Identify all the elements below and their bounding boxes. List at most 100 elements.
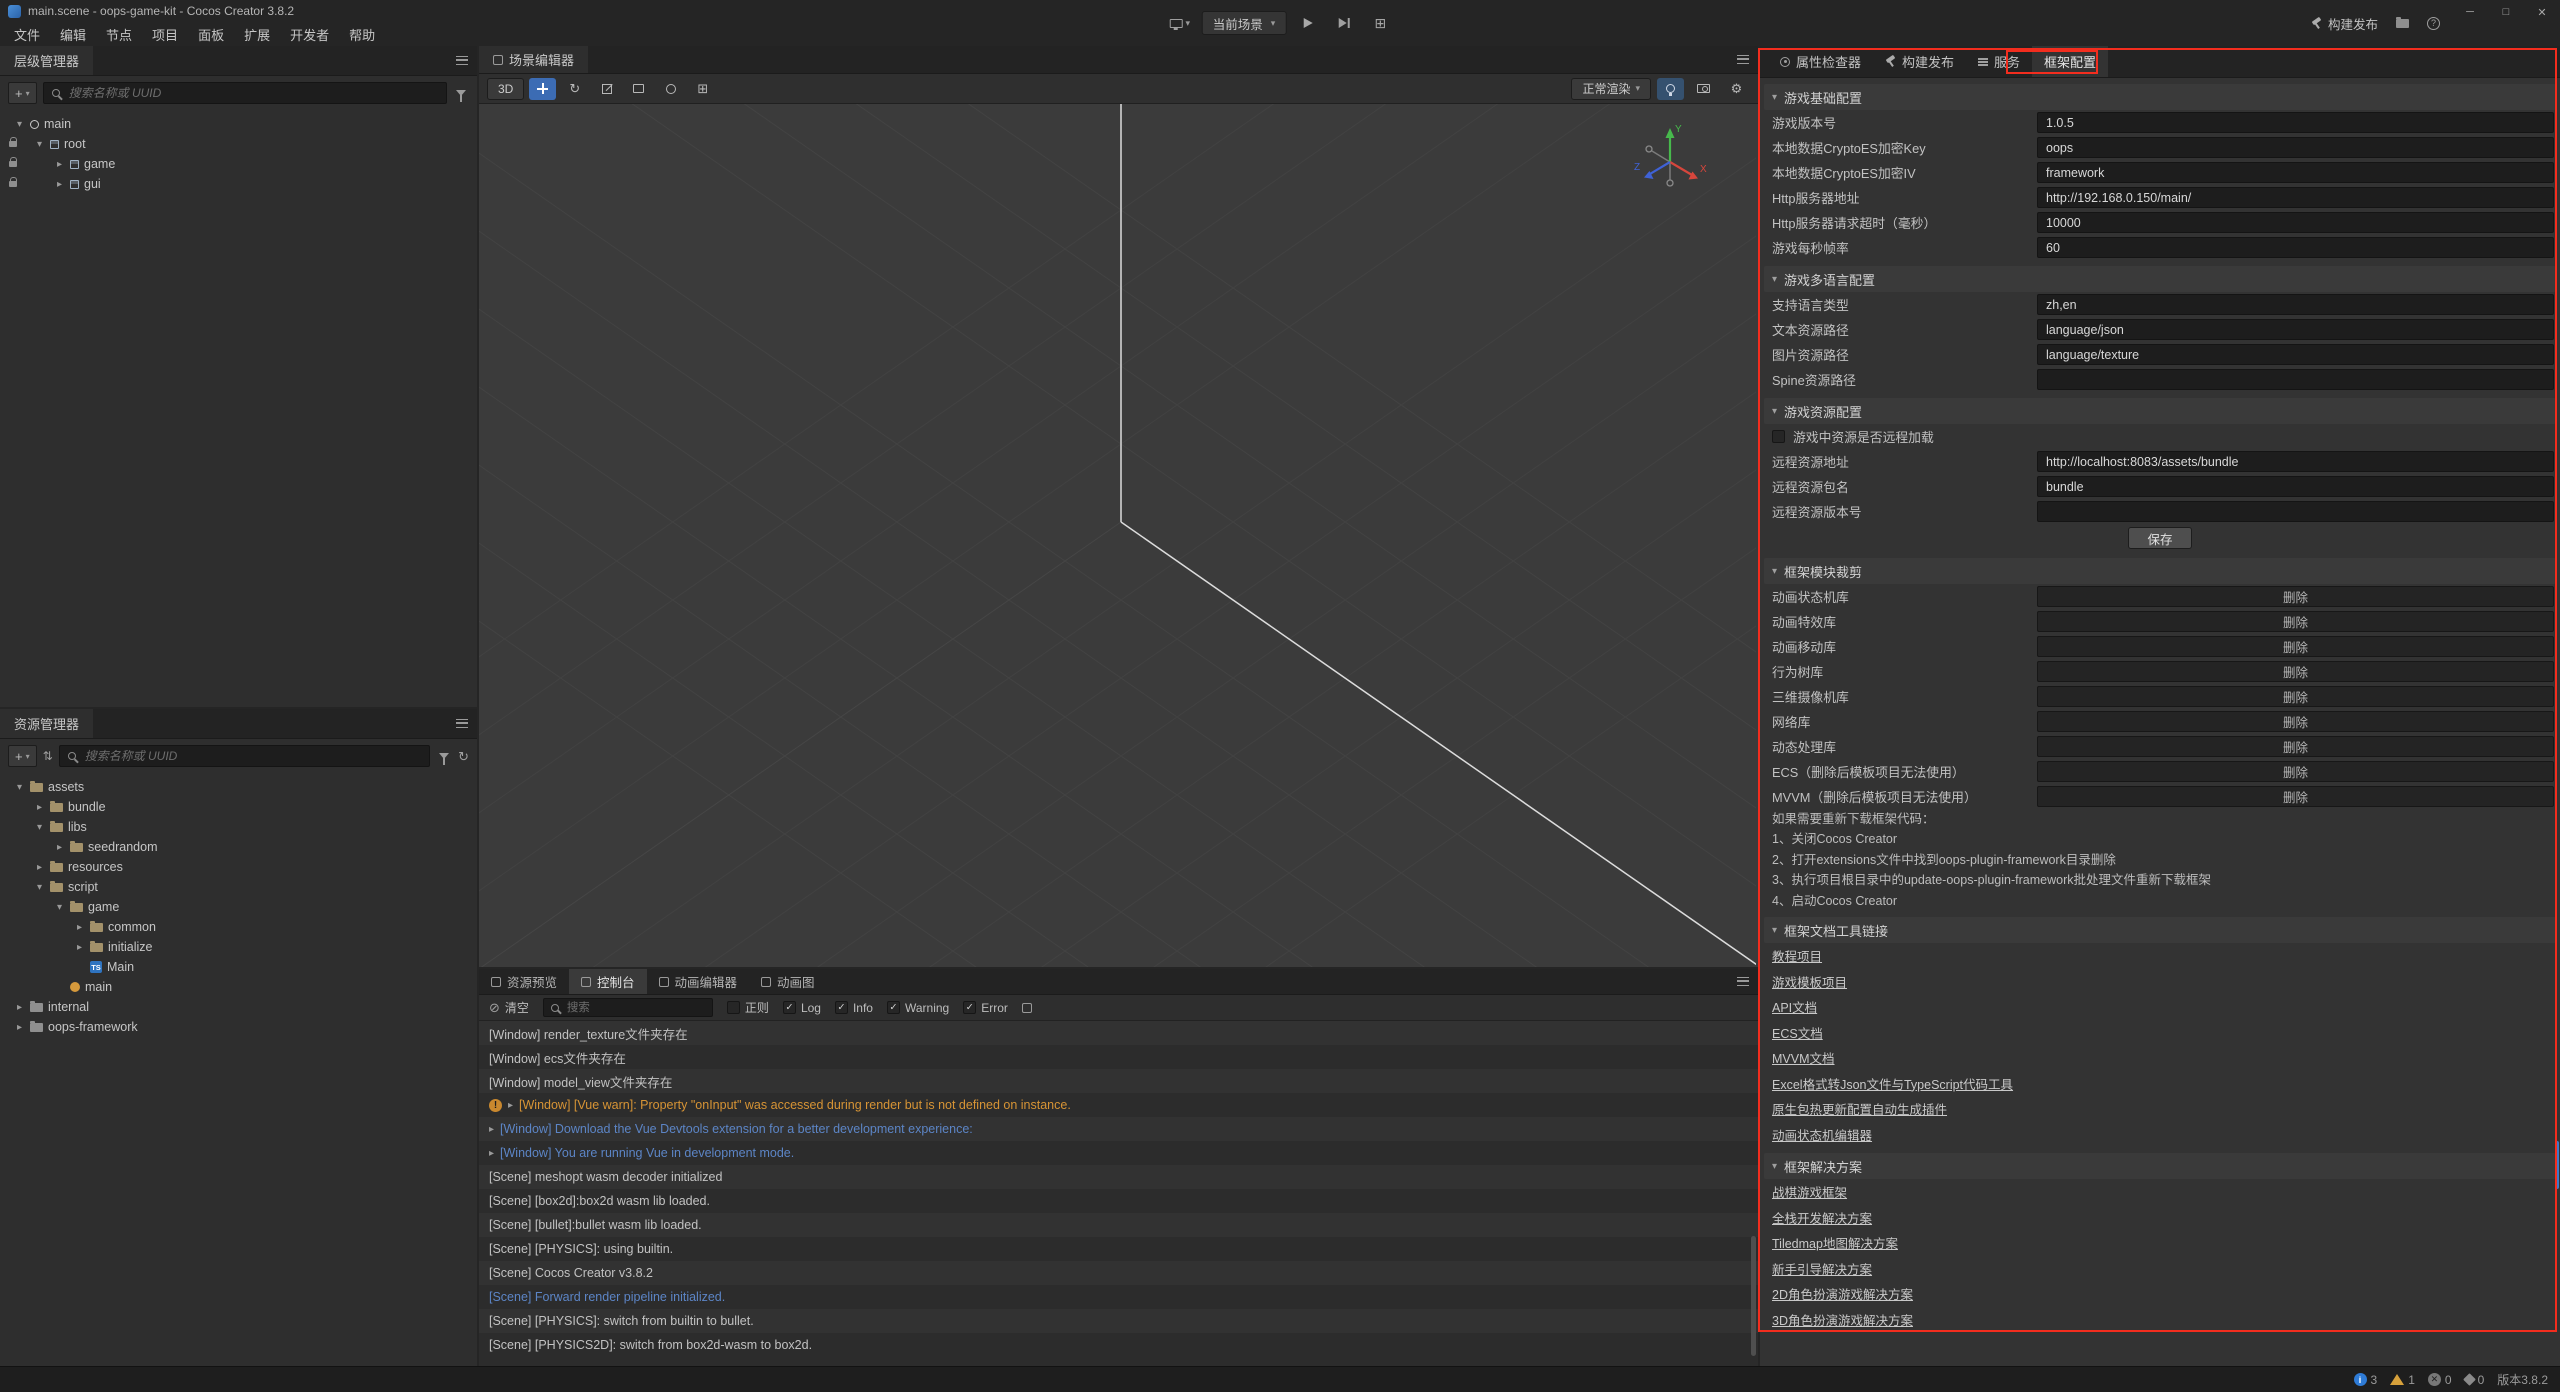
filter-info-toggle[interactable]: ✓Info [835, 1001, 873, 1015]
rect-tool-button[interactable] [625, 78, 652, 100]
tab-build-publish[interactable]: 构建发布 [1873, 46, 1966, 77]
expand-chevron-icon[interactable]: ▸ [489, 1148, 494, 1159]
inspector-scrollbar[interactable] [2555, 1141, 2559, 1189]
section-header[interactable]: ▾游戏资源配置 [1764, 398, 2556, 424]
assets-search-input[interactable] [59, 745, 430, 767]
tab-framework-config[interactable]: 框架配置 [2032, 46, 2108, 77]
config-input[interactable] [2037, 137, 2554, 158]
close-button[interactable]: ✕ [2524, 0, 2560, 24]
menu-edit[interactable]: 编辑 [50, 25, 96, 44]
menu-file[interactable]: 文件 [4, 25, 50, 44]
log-row[interactable]: [Window] render_texture文件夹存在 [479, 1021, 1758, 1045]
maximize-button[interactable]: □ [2488, 0, 2524, 24]
tab-hierarchy[interactable]: 层级管理器 [0, 46, 93, 75]
rotate-tool-button[interactable]: ↻ [561, 78, 588, 100]
tree-node-bundle[interactable]: ▸bundle [0, 797, 477, 817]
play-button[interactable] [1294, 11, 1322, 35]
info-checkbox[interactable]: ✓ [835, 1001, 848, 1014]
section-header[interactable]: ▾框架模块裁剪 [1764, 558, 2556, 584]
hierarchy-search-input[interactable] [43, 82, 447, 104]
chevron-down-icon[interactable]: ▾ [34, 882, 45, 893]
tree-node-script[interactable]: ▾script [0, 877, 477, 897]
hierarchy-menu-button[interactable] [447, 46, 477, 75]
minimize-button[interactable]: ─ [2452, 0, 2488, 24]
tab-property-inspector[interactable]: 属性检查器 [1768, 46, 1873, 77]
section-header[interactable]: ▾游戏多语言配置 [1764, 266, 2556, 292]
scene-settings-button[interactable]: ⚙ [1723, 78, 1750, 100]
log-row[interactable]: [Scene] [PHYSICS2D]: switch from box2d-w… [479, 1333, 1758, 1357]
expand-chevron-icon[interactable]: ▸ [508, 1100, 513, 1111]
config-input[interactable] [2037, 451, 2554, 472]
filter-icon[interactable] [439, 753, 449, 759]
chevron-down-icon[interactable]: ▾ [14, 782, 25, 793]
tab-scene-editor[interactable]: 场景编辑器 [479, 46, 588, 73]
tree-node-oops-framework[interactable]: ▸oops-framework [0, 1017, 477, 1037]
3d-mode-button[interactable]: 3D [487, 78, 524, 100]
navigation-gizmo[interactable]: Y X Z [1628, 120, 1712, 204]
tree-node-game[interactable]: ▸game [0, 154, 477, 174]
hierarchy-search-field[interactable] [67, 85, 438, 101]
status-network[interactable]: 0 [2465, 1373, 2485, 1387]
chevron-down-icon[interactable]: ▾ [14, 119, 25, 130]
log-row[interactable]: [Scene] meshopt wasm decoder initialized [479, 1165, 1758, 1189]
render-mode-select[interactable]: 正常渲染 ▾ [1571, 78, 1651, 100]
collapse-logs-icon[interactable] [1022, 1003, 1032, 1013]
config-input[interactable] [2037, 476, 2554, 497]
filter-icon[interactable] [456, 90, 466, 96]
tree-node-common[interactable]: ▸common [0, 917, 477, 937]
console-search-input[interactable] [543, 998, 713, 1017]
config-input[interactable] [2037, 344, 2554, 365]
console-scrollbar[interactable] [1751, 1236, 1756, 1356]
scene-light-toggle[interactable] [1657, 78, 1684, 100]
snap-tool-button[interactable]: ⊞ [689, 78, 716, 100]
console-search-field[interactable] [565, 1001, 705, 1015]
scene-viewport[interactable]: Y X Z [479, 104, 1758, 967]
filter-log-toggle[interactable]: ✓Log [783, 1001, 821, 1015]
console-menu-button[interactable] [1728, 969, 1758, 994]
step-button[interactable] [1330, 11, 1358, 35]
doc-link[interactable]: 游戏模板项目 [1772, 972, 1847, 991]
regex-toggle[interactable]: 正则 [727, 999, 769, 1016]
doc-link[interactable]: MVVM文档 [1772, 1048, 1835, 1067]
status-warning-count[interactable]: 1 [2390, 1373, 2415, 1387]
tree-node-assets[interactable]: ▾assets [0, 777, 477, 797]
log-row[interactable]: [Scene] Cocos Creator v3.8.2 [479, 1261, 1758, 1285]
delete-module-button[interactable]: 删除 [2037, 586, 2554, 607]
menu-extension[interactable]: 扩展 [234, 25, 280, 44]
log-checkbox[interactable]: ✓ [783, 1001, 796, 1014]
config-input[interactable] [2037, 162, 2554, 183]
doc-link[interactable]: 2D角色扮演游戏解决方案 [1772, 1284, 1913, 1303]
log-row[interactable]: [Scene] [PHYSICS]: switch from builtin t… [479, 1309, 1758, 1333]
device-select-button[interactable]: ▾ [1166, 11, 1194, 35]
doc-link[interactable]: Tiledmap地图解决方案 [1772, 1233, 1898, 1252]
regex-checkbox[interactable] [727, 1001, 740, 1014]
doc-link[interactable]: 教程项目 [1772, 946, 1822, 965]
create-asset-button[interactable]: +▾ [8, 745, 37, 767]
menu-help[interactable]: 帮助 [339, 25, 385, 44]
menu-project[interactable]: 项目 [142, 25, 188, 44]
remote-load-checkbox[interactable] [1772, 430, 1785, 443]
delete-module-button[interactable]: 删除 [2037, 786, 2554, 807]
log-row[interactable]: !▸[Window] [Vue warn]: Property "onInput… [479, 1093, 1758, 1117]
menu-developer[interactable]: 开发者 [280, 25, 339, 44]
tree-node-resources[interactable]: ▸resources [0, 857, 477, 877]
doc-link[interactable]: API文档 [1772, 997, 1817, 1016]
tab-animation-editor[interactable]: 动画编辑器 [647, 969, 750, 994]
tab-assets[interactable]: 资源管理器 [0, 709, 93, 738]
tree-node-Main[interactable]: TSMain [0, 957, 477, 977]
chevron-right-icon[interactable]: ▸ [54, 159, 65, 170]
chevron-right-icon[interactable]: ▸ [74, 922, 85, 933]
chevron-right-icon[interactable]: ▸ [14, 1002, 25, 1013]
filter-error-toggle[interactable]: ✓Error [963, 1001, 1008, 1015]
error-checkbox[interactable]: ✓ [963, 1001, 976, 1014]
chevron-down-icon[interactable]: ▾ [54, 902, 65, 913]
log-row[interactable]: [Window] ecs文件夹存在 [479, 1045, 1758, 1069]
tree-node-main[interactable]: main [0, 977, 477, 997]
doc-link[interactable]: 全栈开发解决方案 [1772, 1208, 1872, 1227]
chevron-right-icon[interactable]: ▸ [54, 842, 65, 853]
log-row[interactable]: ▸[Window] Download the Vue Devtools exte… [479, 1117, 1758, 1141]
expand-chevron-icon[interactable]: ▸ [489, 1124, 494, 1135]
chevron-right-icon[interactable]: ▸ [54, 179, 65, 190]
log-row[interactable]: [Window] model_view文件夹存在 [479, 1069, 1758, 1093]
move-tool-button[interactable] [529, 78, 556, 100]
